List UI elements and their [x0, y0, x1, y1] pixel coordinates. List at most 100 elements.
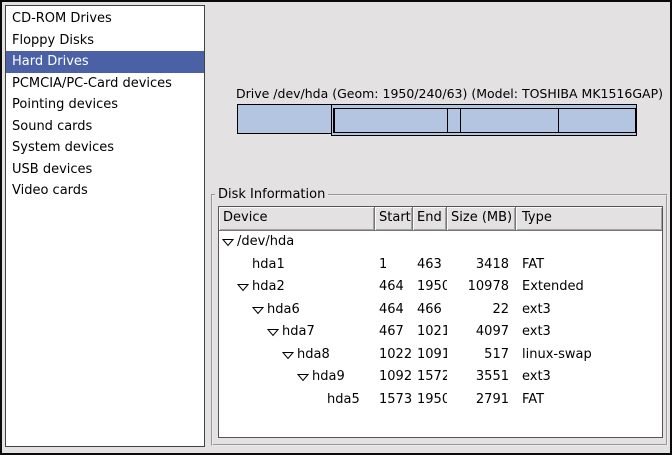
sidebar-item-label: Video cards — [12, 183, 88, 198]
start-value: 1 — [375, 254, 413, 277]
tree-indent — [219, 264, 237, 265]
sidebar-item-pcmcia-pc-card-devices[interactable]: PCMCIA/PC-Card devices — [6, 73, 204, 95]
size-value: 4097 — [447, 321, 516, 344]
table-row[interactable]: hda6 464 466 22 ext3 — [219, 299, 662, 322]
size-value: 517 — [447, 344, 516, 367]
sidebar-item-floppy-disks[interactable]: Floppy Disks — [6, 30, 204, 52]
table-row[interactable]: /dev/hda — [219, 231, 662, 254]
partition-segment-hda5 — [558, 108, 636, 133]
drive-title: Drive /dev/hda (Geom: 1950/240/63) (Mode… — [236, 86, 663, 101]
sidebar-item-label: Floppy Disks — [12, 33, 94, 48]
table-row[interactable]: hda8 1022 1091 517 linux-swap — [219, 344, 662, 367]
start-value: 1092 — [375, 366, 413, 389]
size-value: 3418 — [447, 254, 516, 277]
table-row[interactable]: hda9 1092 1572 3551 ext3 — [219, 366, 662, 389]
end-value: 466 — [413, 299, 447, 322]
sidebar-item-label: CD-ROM Drives — [12, 11, 112, 26]
start-value — [375, 231, 413, 254]
sidebar-item-usb-devices[interactable]: USB devices — [6, 159, 204, 181]
sidebar-item-video-cards[interactable]: Video cards — [6, 180, 204, 202]
sidebar-item-label: System devices — [12, 140, 114, 155]
device-name: hda8 — [297, 344, 330, 367]
expander-icon[interactable] — [237, 260, 252, 270]
table-row[interactable]: hda1 1 463 3418 FAT — [219, 254, 662, 277]
frame-title: Disk Information — [215, 187, 328, 203]
table-body: /dev/hda hda1 1 463 3418 FAT hda2 464 19… — [219, 231, 662, 411]
expander-icon[interactable] — [252, 305, 267, 315]
type-value: ext3 — [516, 321, 662, 344]
expander-icon[interactable] — [267, 327, 282, 337]
size-value — [447, 231, 516, 254]
partition-segment-hda8 — [447, 108, 461, 133]
device-name: hda9 — [312, 366, 345, 389]
table-row[interactable]: hda7 467 1021 4097 ext3 — [219, 321, 662, 344]
device-name: /dev/hda — [237, 231, 294, 254]
sidebar-item-label: USB devices — [12, 162, 92, 177]
type-value: FAT — [516, 389, 662, 412]
type-value — [516, 231, 662, 254]
sidebar-item-cd-rom-drives[interactable]: CD-ROM Drives — [6, 8, 204, 30]
tree-indent — [219, 287, 237, 288]
size-value: 10978 — [447, 276, 516, 299]
partition-segment-hda7 — [334, 108, 448, 133]
sidebar-item-sound-cards[interactable]: Sound cards — [6, 116, 204, 138]
sidebar-item-label: Hard Drives — [12, 54, 89, 69]
hardware-browser-window: CD-ROM Drives Floppy Disks Hard Drives PCMC… — [0, 0, 672, 455]
sidebar-item-label: PCMCIA/PC-Card devices — [12, 76, 172, 91]
device-name: hda5 — [327, 389, 360, 412]
sidebar-item-system-devices[interactable]: System devices — [6, 137, 204, 159]
column-header-start[interactable]: Start — [375, 207, 413, 230]
device-name: hda7 — [282, 321, 315, 344]
sidebar-item-label: Pointing devices — [12, 97, 118, 112]
start-value: 464 — [375, 276, 413, 299]
size-value: 2791 — [447, 389, 516, 412]
disk-table: Device Start End Size (MB) Type /dev/hda… — [218, 206, 663, 438]
tree-indent — [219, 332, 267, 333]
expander-icon[interactable] — [312, 395, 327, 405]
start-value: 464 — [375, 299, 413, 322]
end-value: 1950 — [413, 276, 447, 299]
expander-icon[interactable] — [282, 350, 297, 360]
size-value: 3551 — [447, 366, 516, 389]
table-row[interactable]: hda5 1573 1950 2791 FAT — [219, 389, 662, 412]
device-name: hda6 — [267, 299, 300, 322]
type-value: FAT — [516, 254, 662, 277]
sidebar-item-pointing-devices[interactable]: Pointing devices — [6, 94, 204, 116]
expander-icon[interactable] — [297, 372, 312, 382]
end-value: 1572 — [413, 366, 447, 389]
start-value: 467 — [375, 321, 413, 344]
end-value — [413, 231, 447, 254]
start-value: 1573 — [375, 389, 413, 412]
column-header-device[interactable]: Device — [219, 207, 375, 230]
sidebar-list: CD-ROM Drives Floppy Disks Hard Drives PCMC… — [5, 5, 205, 447]
sidebar-item-label: Sound cards — [12, 119, 92, 134]
expander-icon[interactable] — [237, 282, 252, 292]
start-value: 1022 — [375, 344, 413, 367]
type-value: linux-swap — [516, 344, 662, 367]
tree-indent — [219, 309, 252, 310]
column-header-end[interactable]: End — [413, 207, 447, 230]
sidebar-item-hard-drives[interactable]: Hard Drives — [6, 51, 204, 73]
table-header-row: Device Start End Size (MB) Type — [219, 207, 662, 231]
end-value: 1021 — [413, 321, 447, 344]
device-name: hda1 — [252, 254, 285, 277]
partition-segment-hda9 — [460, 108, 559, 133]
column-header-size[interactable]: Size (MB) — [447, 207, 516, 230]
end-value: 1950 — [413, 389, 447, 412]
table-row[interactable]: hda2 464 1950 10978 Extended — [219, 276, 662, 299]
tree-indent — [219, 377, 297, 378]
type-value: Extended — [516, 276, 662, 299]
end-value: 1091 — [413, 344, 447, 367]
tree-indent — [219, 354, 282, 355]
device-name: hda2 — [252, 276, 285, 299]
column-header-type[interactable]: Type — [516, 207, 662, 230]
expander-icon[interactable] — [222, 237, 237, 247]
type-value: ext3 — [516, 299, 662, 322]
tree-indent — [219, 399, 312, 400]
end-value: 463 — [413, 254, 447, 277]
partition-segment-hda2 — [331, 104, 637, 136]
type-value: ext3 — [516, 366, 662, 389]
size-value: 22 — [447, 299, 516, 322]
partition-bar — [237, 104, 637, 136]
partition-segment-hda1 — [237, 104, 332, 134]
